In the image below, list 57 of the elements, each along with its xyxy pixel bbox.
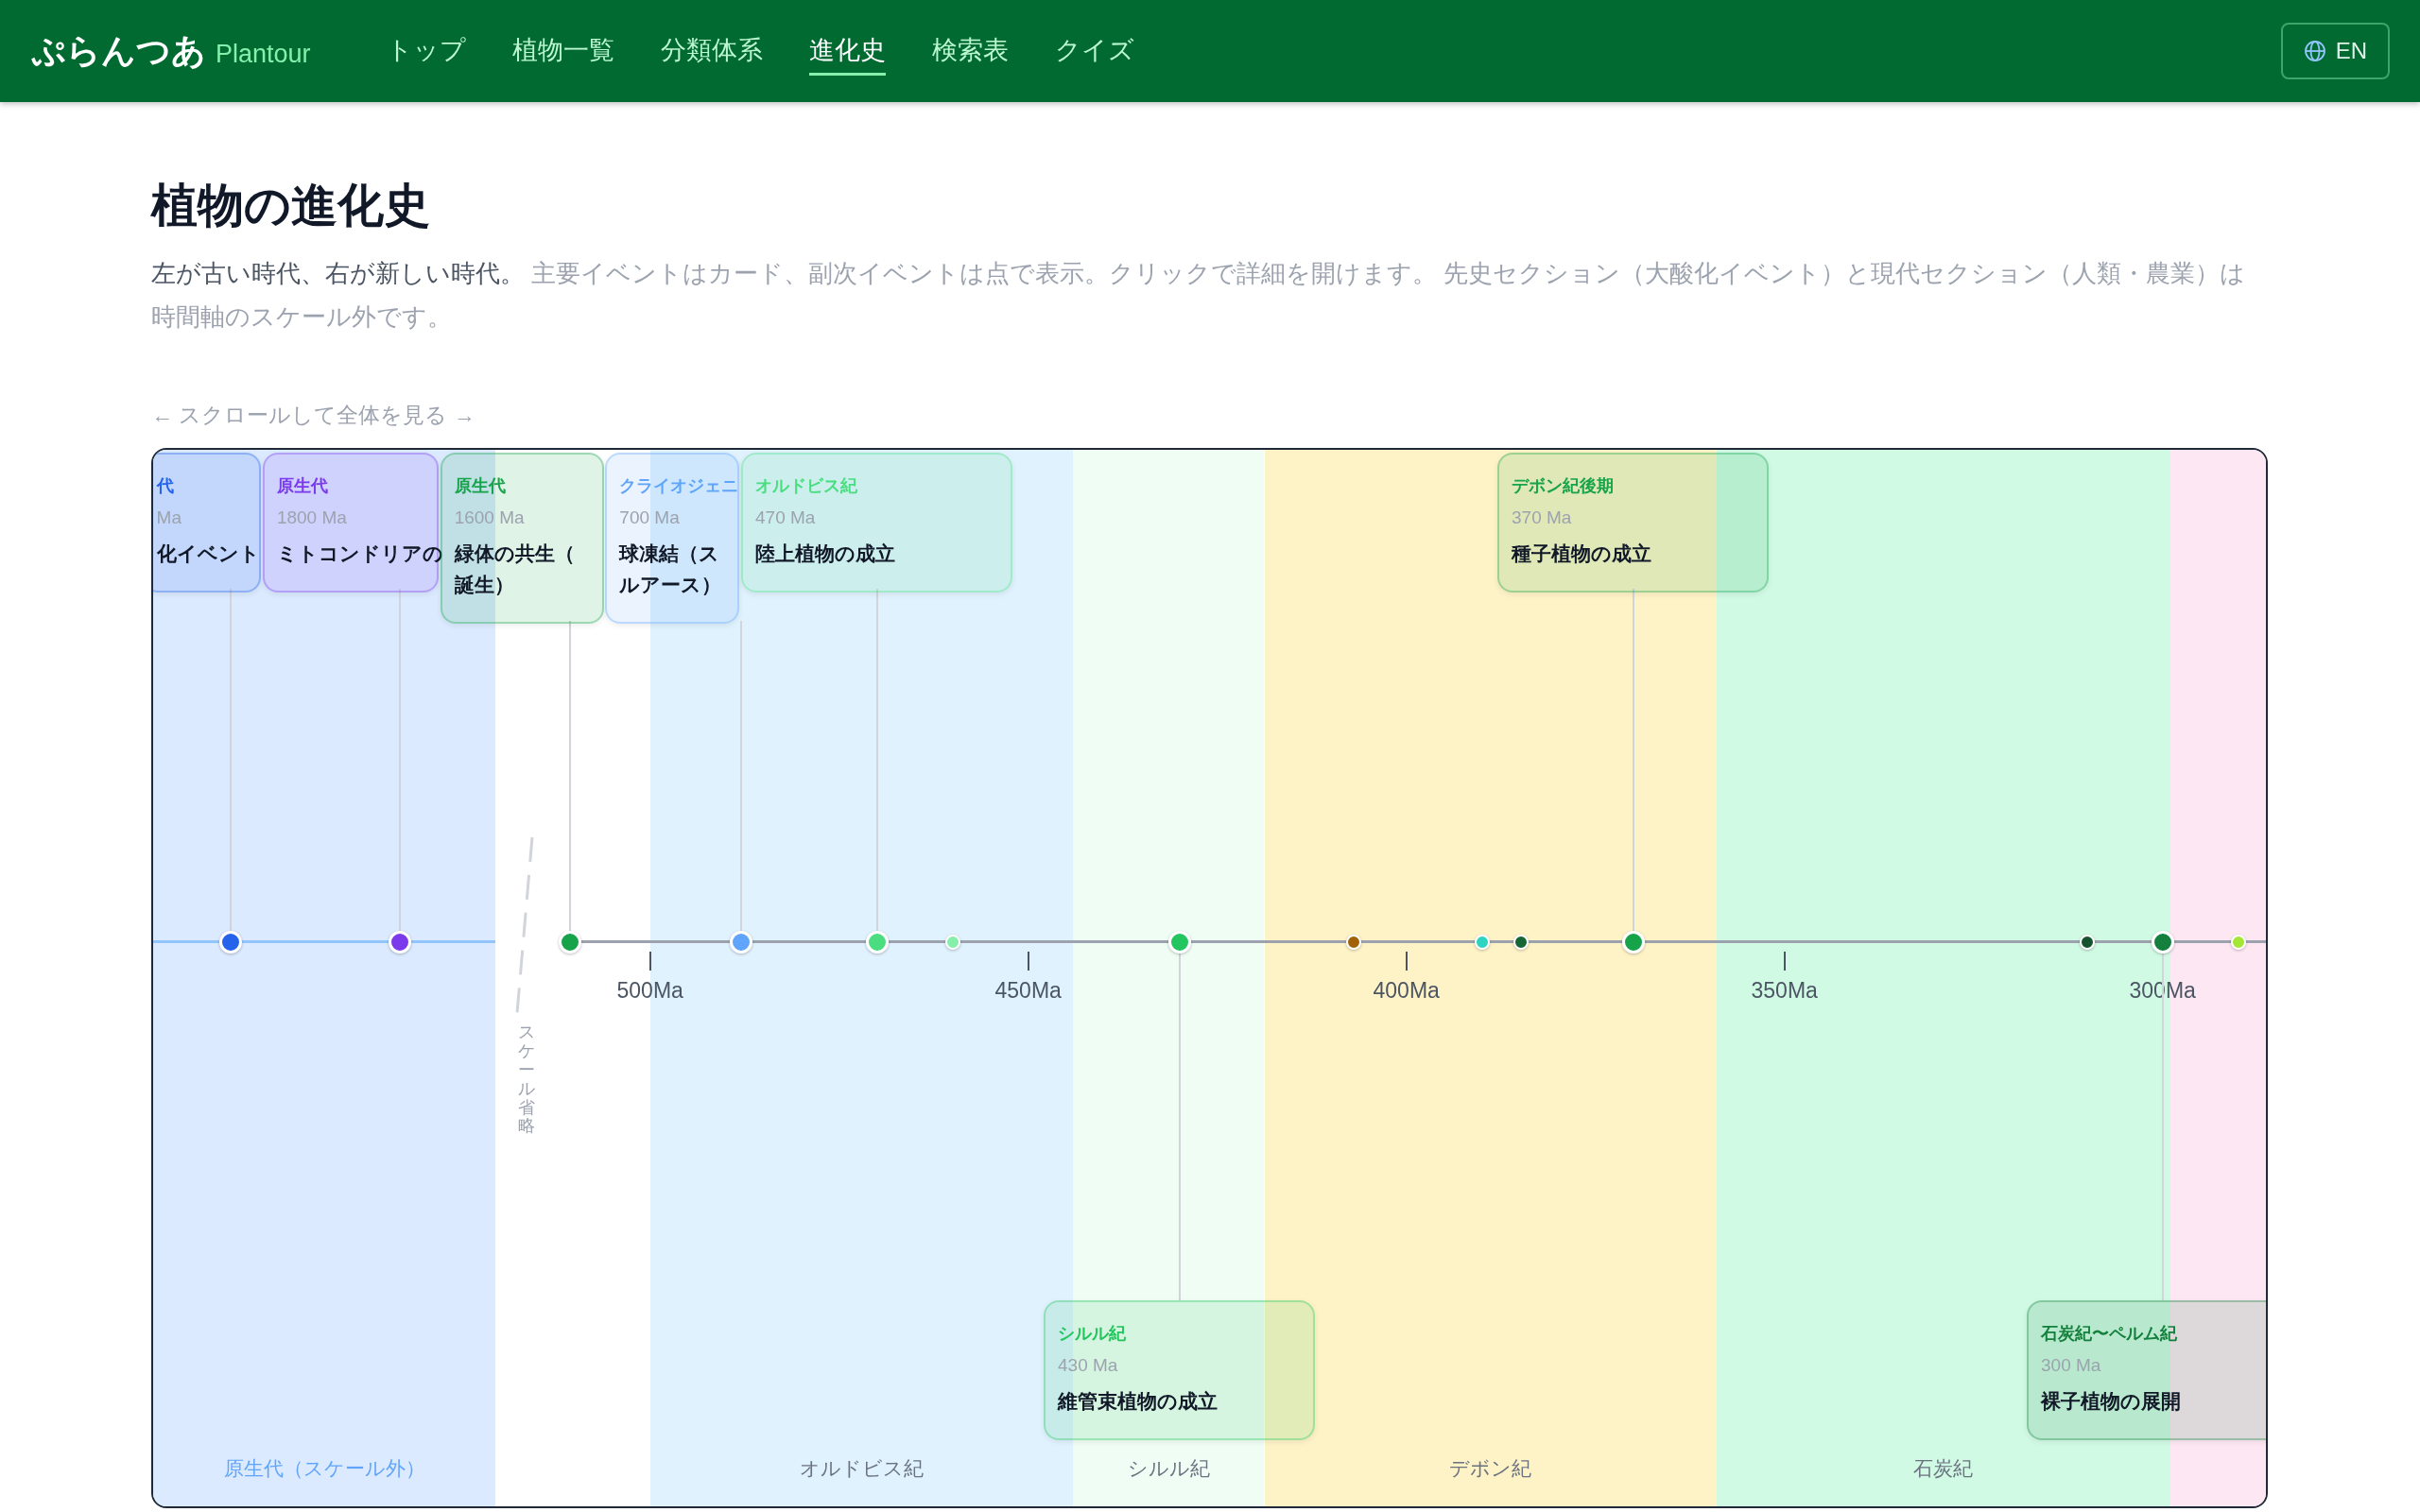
event-title: 緑体の共生（ 誕生）	[454, 541, 575, 598]
page-title: 植物の進化史	[151, 179, 431, 232]
tick-label: 300Ma	[2129, 978, 2196, 1005]
tick-mark	[1027, 951, 1029, 971]
globe-icon	[2303, 40, 2326, 62]
event-era: デボン紀後期	[1512, 475, 1615, 498]
event-era: オルドビス紀	[755, 475, 858, 498]
nav-link[interactable]: 進化史	[808, 26, 886, 76]
event-card[interactable]: クライオジェニ 700 Ma 球凍結（ス ルアース）	[605, 453, 740, 625]
tick-label: 350Ma	[1751, 978, 1818, 1005]
nav-link[interactable]: トップ	[386, 26, 466, 76]
event-age: 470 Ma	[755, 507, 816, 530]
event-title: 裸子植物の展開	[2041, 1388, 2182, 1414]
event-card[interactable]: デボン紀後期 370 Ma 種子植物の成立	[1497, 453, 1770, 593]
event-era: クライオジェニ	[619, 475, 739, 498]
event-card[interactable]: 石炭紀〜ペルム紀 300 Ma 裸子植物の展開	[2027, 1299, 2266, 1440]
tick-mark	[648, 951, 651, 971]
tick-mark	[1405, 951, 1408, 971]
nav-link[interactable]: 分類体系	[660, 26, 763, 76]
event-age: 370 Ma	[1512, 507, 1572, 530]
nav-link[interactable]: 植物一覧	[511, 26, 614, 76]
event-age: 430 Ma	[1058, 1353, 1118, 1377]
era-label: オルドビス紀	[798, 1456, 925, 1481]
scroll-hint: ← スクロールして全体を見る →	[151, 402, 475, 429]
event-age: 1600 Ma	[454, 507, 525, 530]
event-era: 原生代	[276, 475, 328, 498]
tick-label: 500Ma	[616, 978, 683, 1005]
event-era: 石炭紀〜ペルム紀	[2041, 1322, 2178, 1345]
event-age: 300 Ma	[2041, 1353, 2101, 1377]
event-age: 700 Ma	[619, 507, 680, 530]
language-button[interactable]: EN	[2280, 23, 2390, 79]
event-title: 化イベント	[156, 541, 260, 567]
event-age: 1800 Ma	[276, 507, 347, 530]
event-age: Ma	[156, 507, 182, 530]
tick-label: 450Ma	[994, 978, 1062, 1005]
tick-label: 400Ma	[1373, 978, 1440, 1005]
event-card[interactable]: 代 Ma 化イベント	[153, 453, 262, 593]
nav-link[interactable]: 検索表	[931, 26, 1009, 76]
event-title: 種子植物の成立	[1512, 541, 1652, 567]
event-era: 原生代	[454, 475, 506, 498]
scale-gap-label: スケール省略	[518, 1023, 536, 1137]
event-era: 代	[156, 475, 174, 498]
page-description: 左が古い時代、右が新しい時代。 主要イベントはカード、副次イベントは点で表示。クリックで詳細を開けます。 先史セクション（大酸化イベント）と現代セクション（人類・農業）は時間軸のスケール外です。	[151, 258, 2247, 333]
era-label: 石炭紀	[1912, 1456, 1975, 1481]
nav-link[interactable]: クイズ	[1054, 26, 1134, 76]
event-title: 陸上植物の成立	[755, 541, 896, 567]
era-label: シルル紀	[1126, 1456, 1211, 1481]
era-label: デボン紀	[1448, 1456, 1533, 1481]
era-label: 原生代（スケール外）	[222, 1456, 426, 1481]
logo-subtitle: Plantour	[216, 39, 311, 69]
event-era: シルル紀	[1058, 1322, 1127, 1345]
event-title: 維管束植物の成立	[1058, 1388, 1219, 1414]
event-card[interactable]: シルル紀 430 Ma 維管束植物の成立	[1044, 1299, 1316, 1440]
tick-mark	[1783, 951, 1786, 971]
logo-text: ぷらんつあ	[31, 29, 206, 72]
event-title: 球凍結（ス ルアース）	[619, 541, 722, 598]
event-card[interactable]: オルドビス紀 470 Ma 陸上植物の成立	[741, 453, 1013, 593]
